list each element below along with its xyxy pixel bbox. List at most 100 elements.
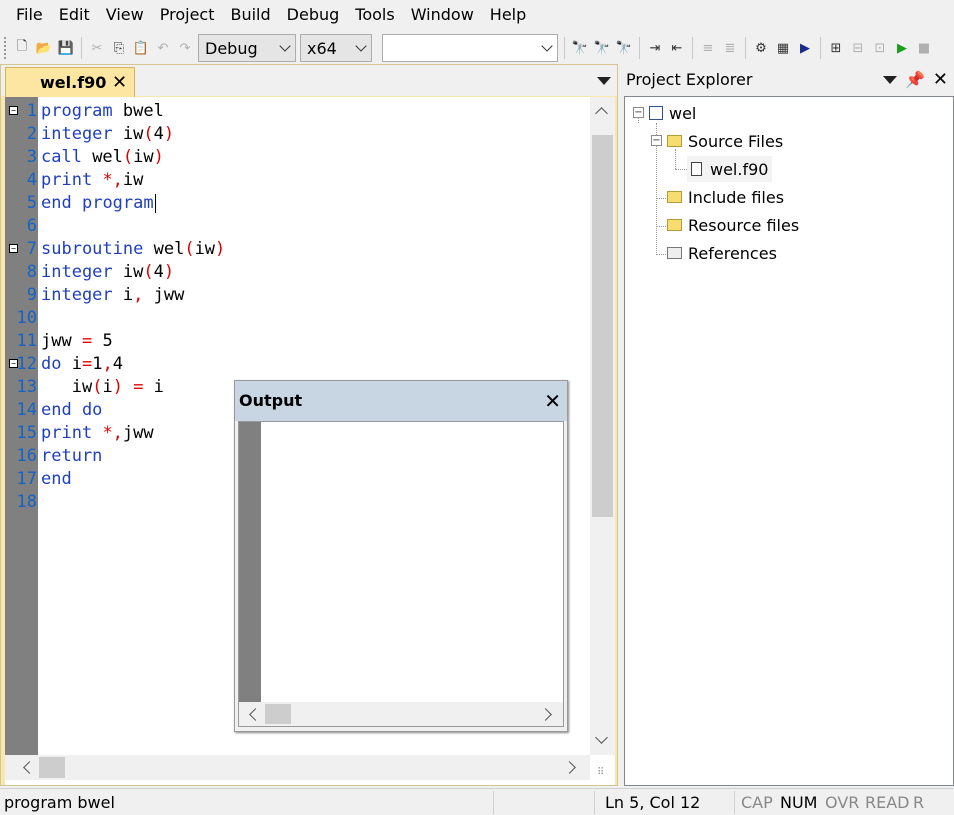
scroll-left-icon[interactable] [23, 761, 36, 774]
scroll-down-icon[interactable] [595, 731, 608, 744]
outdent-icon[interactable]: ⇤ [667, 38, 687, 58]
step-over-icon[interactable]: ⊡ [870, 38, 890, 58]
close-icon[interactable]: ✕ [544, 389, 561, 413]
line-number: 4 [26, 170, 37, 190]
line-number: 2 [26, 124, 37, 144]
cut-icon[interactable]: ✂ [87, 38, 107, 58]
menu-tools[interactable]: Tools [347, 0, 402, 30]
status-num: NUM [780, 793, 818, 812]
line-number: 7 [26, 239, 37, 259]
pin-icon[interactable]: 📌 [905, 70, 925, 89]
tree-references[interactable]: References [667, 240, 777, 266]
close-icon[interactable]: ✕ [933, 69, 948, 90]
tab-wel-f90[interactable]: wel.f90 ✕ [5, 67, 135, 97]
chevron-down-icon [355, 40, 367, 52]
tree-source-files[interactable]: Source Files [667, 128, 783, 154]
build-icon[interactable]: ▦ [773, 38, 793, 58]
tree-project-wel[interactable]: wel [649, 100, 696, 126]
find-next-icon[interactable]: 🔭 [592, 38, 612, 58]
tree-include-files[interactable]: Include files [667, 184, 784, 210]
line-number: 8 [26, 262, 37, 282]
tree-node-label: Resource files [688, 215, 800, 235]
code-line[interactable]: 11 jww = 5 [5, 330, 605, 353]
uncomment-icon[interactable]: ≣ [720, 38, 740, 58]
line-number: 16 [16, 446, 37, 466]
output-content[interactable] [238, 421, 564, 727]
menu-build[interactable]: Build [222, 0, 278, 30]
platform-select[interactable]: x64 [300, 34, 372, 62]
menu-project[interactable]: Project [152, 0, 223, 30]
output-window[interactable]: Output ✕ [234, 380, 568, 732]
menu-window[interactable]: Window [403, 0, 482, 30]
horizontal-scroll-thumb[interactable] [39, 757, 65, 778]
code-line[interactable]: 6 [5, 215, 605, 238]
configuration-value: Debug [205, 38, 258, 58]
scroll-right-icon[interactable] [563, 761, 576, 774]
scroll-up-icon[interactable] [595, 107, 608, 120]
start-debug-icon[interactable]: ▶ [892, 38, 912, 58]
code-token: i [112, 285, 134, 305]
breakpoint-icon[interactable]: ⊞ [826, 38, 846, 58]
copy-icon[interactable]: ⎘ [109, 38, 129, 58]
code-line[interactable]: 2 integer iw(4) [5, 123, 605, 146]
paste-icon[interactable]: 📋 [131, 38, 151, 58]
vertical-scroll-thumb[interactable] [592, 135, 613, 517]
collapse-icon[interactable]: − [651, 135, 662, 146]
step-into-icon[interactable]: ⊟ [848, 38, 868, 58]
project-tree[interactable]: − wel − Source Files wel.f90 Include fil… [624, 96, 954, 786]
redo-icon[interactable]: ↷ [175, 38, 195, 58]
output-titlebar[interactable]: Output ✕ [235, 381, 567, 421]
scroll-left-icon[interactable] [249, 708, 262, 721]
window-menu-icon[interactable] [882, 75, 897, 84]
tree-resource-files[interactable]: Resource files [667, 212, 799, 238]
code-line[interactable]: 3 call wel(iw) [5, 146, 605, 169]
indent-icon[interactable]: ⇥ [645, 38, 665, 58]
code-line[interactable]: 4 print *,iw [5, 169, 605, 192]
stop-icon[interactable]: ■ [914, 38, 934, 58]
code-text: end program [41, 192, 156, 215]
code-line[interactable]: −1 program bwel [5, 100, 605, 123]
configuration-select[interactable]: Debug [198, 34, 296, 62]
tree-file-wel-f90[interactable]: wel.f90 [687, 156, 773, 182]
close-icon[interactable]: ✕ [112, 72, 127, 93]
operator-token: ( [143, 262, 154, 282]
output-horizontal-scrollbar[interactable] [239, 702, 563, 726]
code-text: print *,iw [41, 169, 143, 192]
code-line[interactable]: −7 subroutine wel(iw) [5, 238, 605, 261]
new-file-icon[interactable]: 🗋 [12, 38, 32, 58]
menu-view[interactable]: View [98, 0, 152, 30]
resize-grip-icon[interactable]: ⠿ [597, 767, 604, 778]
code-line[interactable]: 9 integer i, jww [5, 284, 605, 307]
open-folder-icon[interactable]: 📂 [34, 38, 54, 58]
status-cap: CAP [741, 793, 773, 812]
collapse-icon[interactable]: − [633, 107, 644, 118]
comment-icon[interactable]: ≡ [698, 38, 718, 58]
line-number: 13 [16, 377, 37, 397]
output-scroll-thumb[interactable] [265, 704, 291, 724]
code-line[interactable]: 5 end program [5, 192, 605, 215]
vertical-scrollbar[interactable] [590, 97, 615, 755]
menu-help[interactable]: Help [482, 0, 534, 30]
menu-file[interactable]: File [8, 0, 51, 30]
run-icon[interactable]: ▶ [795, 38, 815, 58]
scroll-right-icon[interactable] [539, 708, 552, 721]
horizontal-scrollbar[interactable] [5, 755, 590, 780]
compile-icon[interactable]: ⚙ [751, 38, 771, 58]
menu-edit[interactable]: Edit [51, 0, 98, 30]
keyword-token: call [41, 147, 82, 167]
folder-icon [667, 219, 682, 231]
code-line[interactable]: 8 integer iw(4) [5, 261, 605, 284]
chevron-down-icon [279, 40, 291, 52]
find-prev-icon[interactable]: 🔭 [614, 38, 634, 58]
find-combo[interactable] [382, 34, 558, 62]
tab-list-dropdown-icon[interactable] [597, 77, 611, 85]
toolbar-grip[interactable] [4, 37, 7, 59]
code-line[interactable]: 10 [5, 307, 605, 330]
menu-debug[interactable]: Debug [279, 0, 348, 30]
code-line[interactable]: −12 do i=1,4 [5, 353, 605, 376]
save-icon[interactable]: 💾 [56, 38, 76, 58]
keyword-token: integer [41, 262, 113, 282]
find-icon[interactable]: 🔭 [570, 38, 590, 58]
undo-icon[interactable]: ↶ [153, 38, 173, 58]
